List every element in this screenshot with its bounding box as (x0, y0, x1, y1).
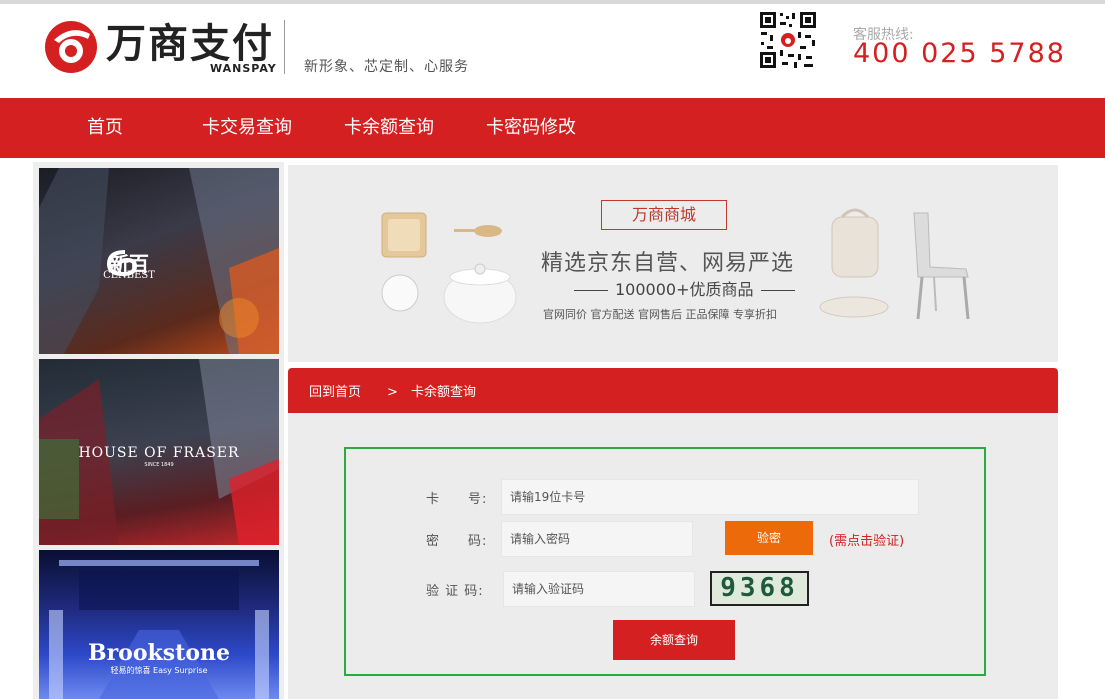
captcha-text: 9368 (720, 573, 799, 603)
store-card-cenbest[interactable]: 新百 CENBEST (39, 168, 279, 354)
captcha-input[interactable] (503, 571, 695, 607)
hotline-number: 400 025 5788 (853, 38, 1066, 69)
captcha-label: 验 证 码: (426, 584, 484, 599)
brookstone-store-image (49, 560, 269, 699)
password-input[interactable] (501, 521, 693, 557)
card-number-input[interactable] (501, 479, 919, 515)
breadcrumb-separator: > (387, 385, 398, 400)
store-sub-brookstone: 轻易的惊喜 Easy Surprise (110, 666, 208, 675)
verify-hint: (需点击验证) (829, 534, 905, 549)
site-header: 万商支付 WANSPAY 新形象、芯定制、心服务 客服热线: 400 025 5… (0, 4, 1105, 98)
logo-divider (284, 20, 285, 74)
mall-banner[interactable]: 万商商城 精选京东自营、网易严选 100000+优质商品 官网同价 官方配送 官… (288, 165, 1058, 362)
wanspay-logo[interactable]: 万商支付 WANSPAY (44, 18, 284, 78)
card-number-label: 卡 号: (426, 492, 488, 507)
balance-query-panel: 回到首页 > 卡余额查询 卡 号: 密 码: 验密 (需点击验证) 验 证 码:… (288, 368, 1058, 699)
banner-features: 官网同价 官方配送 官网售后 正品保障 专享折扣 (543, 308, 777, 321)
wanspay-logo-icon (45, 21, 97, 73)
lifestyle-products-image (819, 208, 970, 320)
store-sub-house-of-fraser: SINCE 1849 (144, 462, 174, 468)
nav-item-card-password[interactable]: 卡密码修改 (486, 98, 576, 158)
header-slogan: 新形象、芯定制、心服务 (304, 59, 469, 75)
breadcrumb-home-link[interactable]: 回到首页 (309, 368, 361, 413)
password-label: 密 码: (426, 534, 488, 549)
store-card-house-of-fraser[interactable]: HOUSE OF FRASER SINCE 1849 (39, 359, 279, 545)
logo-english-text: WANSPAY (210, 62, 277, 75)
store-name-brookstone: Brookstone (88, 640, 230, 666)
tableware-products-image (381, 212, 517, 324)
balance-query-button[interactable]: 余额查询 (613, 620, 735, 660)
store-sub-cenbest: CENBEST (103, 270, 155, 281)
captcha-image[interactable]: 9368 (710, 571, 809, 606)
qr-code-icon (758, 10, 818, 70)
banner-title: 精选京东自营、网易严选 (541, 251, 795, 276)
balance-query-form: 卡 号: 密 码: 验密 (需点击验证) 验 证 码: 9368 余额查询 (344, 447, 986, 676)
nav-item-card-transactions[interactable]: 卡交易查询 (202, 98, 292, 158)
verify-password-button[interactable]: 验密 (725, 521, 813, 555)
breadcrumb-current: 卡余额查询 (411, 385, 477, 400)
nav-item-card-balance[interactable]: 卡余额查询 (344, 98, 434, 158)
store-card-brookstone[interactable]: Brookstone 轻易的惊喜 Easy Surprise (39, 550, 279, 699)
partner-stores-sidebar: 新百 CENBEST HOUSE OF FRASER SINCE 1849 Br… (33, 162, 284, 699)
banner-tag: 万商商城 (601, 200, 727, 230)
nav-item-home[interactable]: 首页 (87, 98, 123, 158)
store-name-house-of-fraser: HOUSE OF FRASER (78, 445, 240, 461)
banner-subtitle: 100000+优质商品 (567, 276, 802, 300)
panel-header: 回到首页 > 卡余额查询 (288, 368, 1058, 413)
main-nav: 首页 卡交易查询 卡余额查询 卡密码修改 (0, 98, 1105, 158)
